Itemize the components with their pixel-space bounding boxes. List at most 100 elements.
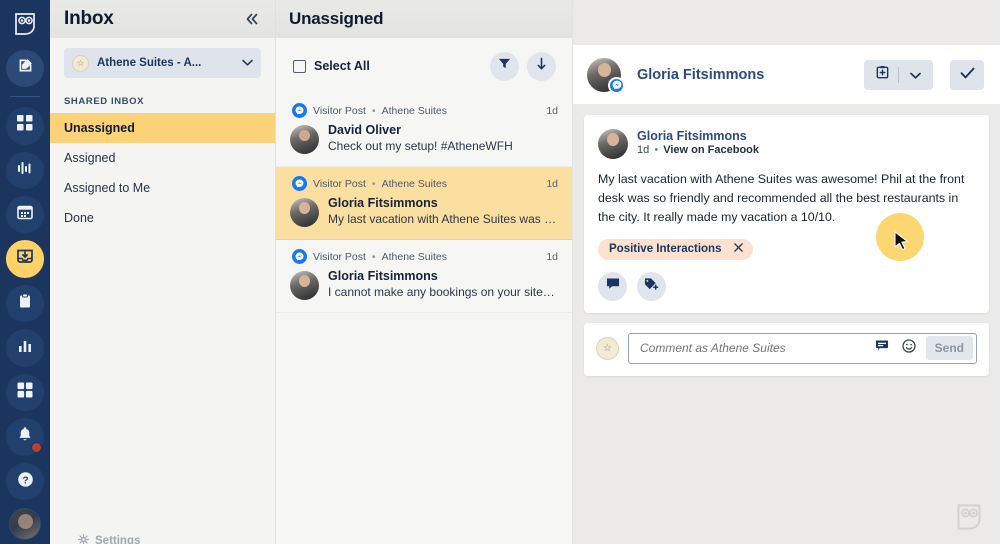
detail-contact-name: Gloria Fitsimmons xyxy=(637,66,765,83)
conversation-text: David Oliver Check out my setup! #Athene… xyxy=(328,123,558,154)
detail-header: Gloria Fitsimmons xyxy=(573,45,1000,105)
grid-dashboard-icon xyxy=(17,115,33,136)
inbox-tray-icon xyxy=(16,248,34,271)
facebook-messenger-icon xyxy=(292,249,307,264)
conversation-time: 1d xyxy=(546,250,558,263)
separator-dot: • xyxy=(371,250,376,263)
comment-input[interactable] xyxy=(640,341,867,356)
post-author-name[interactable]: Gloria Fitsimmons xyxy=(637,129,759,143)
hootsuite-inbox-app: ? Inbox ☆ Athene Suites - A... SHARED IN… xyxy=(0,0,1000,544)
status-badge[interactable]: Positive Interactions xyxy=(598,238,754,260)
avatar xyxy=(598,129,628,159)
hootsuite-owl-watermark xyxy=(956,503,982,536)
separator-dot: • xyxy=(371,104,376,117)
facebook-messenger-icon xyxy=(608,76,625,94)
sidebar-settings-link[interactable]: Settings xyxy=(50,533,275,544)
separator-dot: • xyxy=(654,144,659,156)
post-header: Gloria Fitsimmons 1d • View on Facebook xyxy=(598,129,975,159)
conversation-list-panel: Unassigned Select All Visitor Post • Ath… xyxy=(276,0,573,544)
calendar-icon xyxy=(17,204,33,225)
list-action-bar: Select All xyxy=(276,38,572,94)
assign-dropdown-button[interactable] xyxy=(901,61,929,89)
detail-top-spacer xyxy=(573,0,1000,45)
rail-item-notifications[interactable] xyxy=(6,418,44,456)
comment-box-button[interactable] xyxy=(870,336,894,360)
select-all-checkbox[interactable] xyxy=(293,59,306,73)
sidebar-item-done[interactable]: Done xyxy=(50,203,275,233)
avatar xyxy=(587,57,625,94)
rail-item-apps[interactable] xyxy=(6,373,44,412)
sort-button[interactable] xyxy=(527,51,556,81)
conversation-body: Gloria Fitsimmons I cannot make any book… xyxy=(290,269,558,300)
facebook-messenger-icon xyxy=(292,103,307,118)
facebook-messenger-icon xyxy=(292,176,307,191)
rail-item-analytics[interactable] xyxy=(6,151,44,189)
rail-compose-button[interactable] xyxy=(6,49,44,88)
post-body-text: My last vacation with Athene Suites was … xyxy=(598,172,965,224)
sidebar-item-unassigned[interactable]: Unassigned xyxy=(50,113,275,143)
post-actions xyxy=(598,271,975,301)
sidebar-item-label: Done xyxy=(64,211,94,225)
funnel-filter-icon xyxy=(498,57,511,75)
rail-item-content[interactable] xyxy=(6,284,44,323)
conversation-preview: My last vacation with Athene Suites was … xyxy=(328,212,558,226)
rail-item-streams[interactable] xyxy=(6,107,44,145)
tag-label: Positive Interactions xyxy=(609,243,722,256)
sidebar-collapse-button[interactable] xyxy=(241,8,263,30)
comment-box-icon xyxy=(875,339,889,357)
conversation-time: 1d xyxy=(546,177,558,190)
comment-compose-bar: ☆ Comment as Athene Suites Send xyxy=(584,322,989,376)
rail-item-reports[interactable] xyxy=(6,329,44,367)
svg-text:?: ? xyxy=(22,475,28,486)
rail-divider xyxy=(10,96,40,98)
select-all-label: Select All xyxy=(314,59,370,73)
sidebar-item-label: Assigned to Me xyxy=(64,181,151,195)
conversation-detail-panel: Gloria Fitsimmons Gloria Fitsimmons 1d •… xyxy=(573,0,1000,544)
post-meta: 1d • View on Facebook xyxy=(637,144,759,156)
emoji-button[interactable] xyxy=(897,336,921,360)
hootsuite-owl-logo[interactable] xyxy=(10,8,40,40)
user-avatar[interactable] xyxy=(9,508,41,540)
reply-button[interactable] xyxy=(598,271,627,301)
clipboard-icon xyxy=(17,293,33,314)
assign-button[interactable] xyxy=(868,61,896,89)
apps-grid-icon xyxy=(17,382,33,403)
close-x-icon[interactable] xyxy=(734,243,744,255)
conversation-body: Gloria Fitsimmons My last vacation with … xyxy=(290,196,558,227)
conversation-meta: Visitor Post • Athene Suites 1d xyxy=(290,249,558,264)
button-divider xyxy=(898,66,899,83)
avatar xyxy=(290,271,319,300)
rail-item-help[interactable]: ? xyxy=(6,462,44,501)
arrow-down-sort-icon xyxy=(535,57,548,76)
mark-done-button[interactable] xyxy=(950,59,984,90)
rail-item-planner[interactable] xyxy=(6,196,44,234)
sidebar-item-assigned-to-me[interactable]: Assigned to Me xyxy=(50,173,275,203)
conversation-text: Gloria Fitsimmons My last vacation with … xyxy=(328,196,558,227)
question-mark-icon: ? xyxy=(17,471,34,493)
conversation-list-header: Unassigned xyxy=(276,0,572,38)
send-button[interactable]: Send xyxy=(925,336,973,361)
view-on-facebook-link[interactable]: View on Facebook xyxy=(663,144,759,156)
table-row[interactable]: Visitor Post • Athene Suites 1d Gloria F… xyxy=(276,240,572,313)
account-selector[interactable]: ☆ Athene Suites - A... xyxy=(64,48,261,78)
filter-button[interactable] xyxy=(490,51,519,81)
sidebar-item-label: Unassigned xyxy=(64,121,135,135)
table-row[interactable]: Visitor Post • Athene Suites 1d David Ol… xyxy=(276,94,572,167)
comment-input-wrapper: Send xyxy=(628,332,977,364)
table-row[interactable]: Visitor Post • Athene Suites 1d Gloria F… xyxy=(276,167,572,240)
avatar xyxy=(290,125,319,154)
conversation-page: Athene Suites xyxy=(381,104,447,117)
rail-item-inbox[interactable] xyxy=(6,240,44,278)
add-tag-button[interactable] xyxy=(637,271,666,301)
avatar xyxy=(290,198,319,227)
conversation-source: Visitor Post xyxy=(313,177,366,190)
assign-button-group xyxy=(864,59,933,90)
conversation-author: David Oliver xyxy=(328,123,401,137)
sidebar-item-assigned[interactable]: Assigned xyxy=(50,143,275,173)
conversation-source: Visitor Post xyxy=(313,104,366,117)
shared-inbox-section-label: SHARED INBOX xyxy=(64,96,145,107)
chevron-down-icon xyxy=(909,66,921,84)
chart-bars-icon xyxy=(17,338,33,359)
conversation-author: Gloria Fitsimmons xyxy=(328,196,438,210)
gear-icon xyxy=(77,533,90,544)
